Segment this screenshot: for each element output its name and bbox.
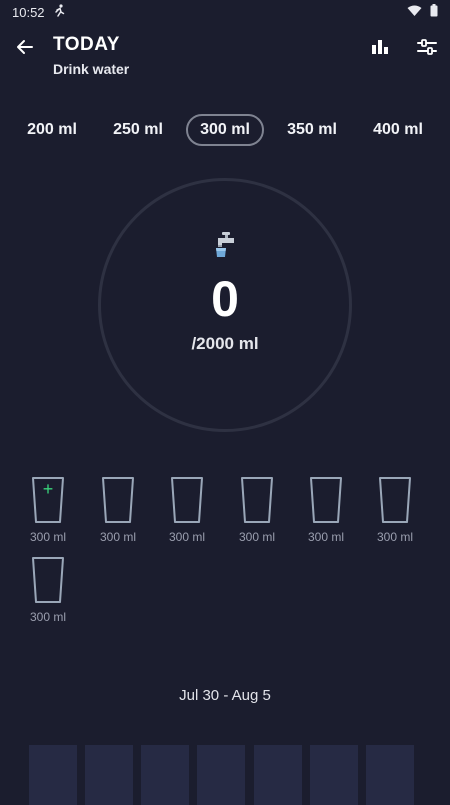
amount-option-selected[interactable]: 300 ml <box>186 114 264 146</box>
battery-icon <box>430 4 438 20</box>
cup-item[interactable]: 300 ml <box>360 476 430 544</box>
amount-selector: 200 ml 250 ml 300 ml 350 ml 400 ml <box>0 114 450 148</box>
stats-button[interactable] <box>369 36 391 58</box>
cup-label: 300 ml <box>29 610 67 624</box>
weekly-bar <box>310 745 358 805</box>
status-time: 10:52 <box>12 4 45 20</box>
weekly-bar <box>366 745 414 805</box>
weekly-bar <box>254 745 302 805</box>
cup-item[interactable]: 300 ml <box>83 476 153 544</box>
header: TODAY Drink water <box>0 30 450 80</box>
cup-item[interactable]: 300 ml <box>222 476 292 544</box>
weekly-bar <box>197 745 245 805</box>
status-right <box>407 4 438 20</box>
status-left: 10:52 <box>12 3 65 21</box>
week-range[interactable]: Jul 30 - Aug 5 <box>0 687 450 704</box>
intake-current: 0 <box>211 271 239 327</box>
amount-option[interactable]: 400 ml <box>359 114 437 146</box>
page-subtitle: Drink water <box>53 61 130 77</box>
amount-option[interactable]: 350 ml <box>273 114 351 146</box>
cup-icon <box>310 477 342 523</box>
amount-option[interactable]: 250 ml <box>99 114 177 146</box>
weekly-bar <box>29 745 77 805</box>
amount-option[interactable]: 200 ml <box>13 114 91 146</box>
runner-icon <box>53 3 65 21</box>
weekly-bar <box>141 745 189 805</box>
page-title: TODAY <box>53 34 120 55</box>
cup-label: 300 ml <box>376 530 414 544</box>
cup-item[interactable]: 300 ml <box>13 556 83 624</box>
weekly-bar <box>85 745 133 805</box>
cup-item[interactable]: 300 ml <box>291 476 361 544</box>
cup-icon <box>171 477 203 523</box>
cup-item[interactable]: 300 ml <box>152 476 222 544</box>
cup-label: 300 ml <box>307 530 345 544</box>
cup-icon <box>102 477 134 523</box>
plus-icon: + <box>42 479 54 499</box>
cup-icon <box>379 477 411 523</box>
back-button[interactable] <box>12 34 38 60</box>
back-arrow-icon <box>17 40 33 54</box>
status-bar: 10:52 <box>0 0 450 24</box>
faucet-icon <box>214 232 236 258</box>
wifi-icon <box>407 5 422 20</box>
settings-button[interactable] <box>416 36 438 58</box>
cup-icon <box>241 477 273 523</box>
cup-icon <box>32 557 64 603</box>
cup-label: 300 ml <box>29 530 67 544</box>
bar-chart-icon <box>372 40 388 54</box>
cup-label: 300 ml <box>168 530 206 544</box>
cup-label: 300 ml <box>238 530 276 544</box>
sliders-icon <box>417 39 437 55</box>
cup-label: 300 ml <box>99 530 137 544</box>
add-cup-button[interactable]: + 300 ml <box>13 476 83 544</box>
intake-goal: /2000 ml <box>191 334 259 353</box>
